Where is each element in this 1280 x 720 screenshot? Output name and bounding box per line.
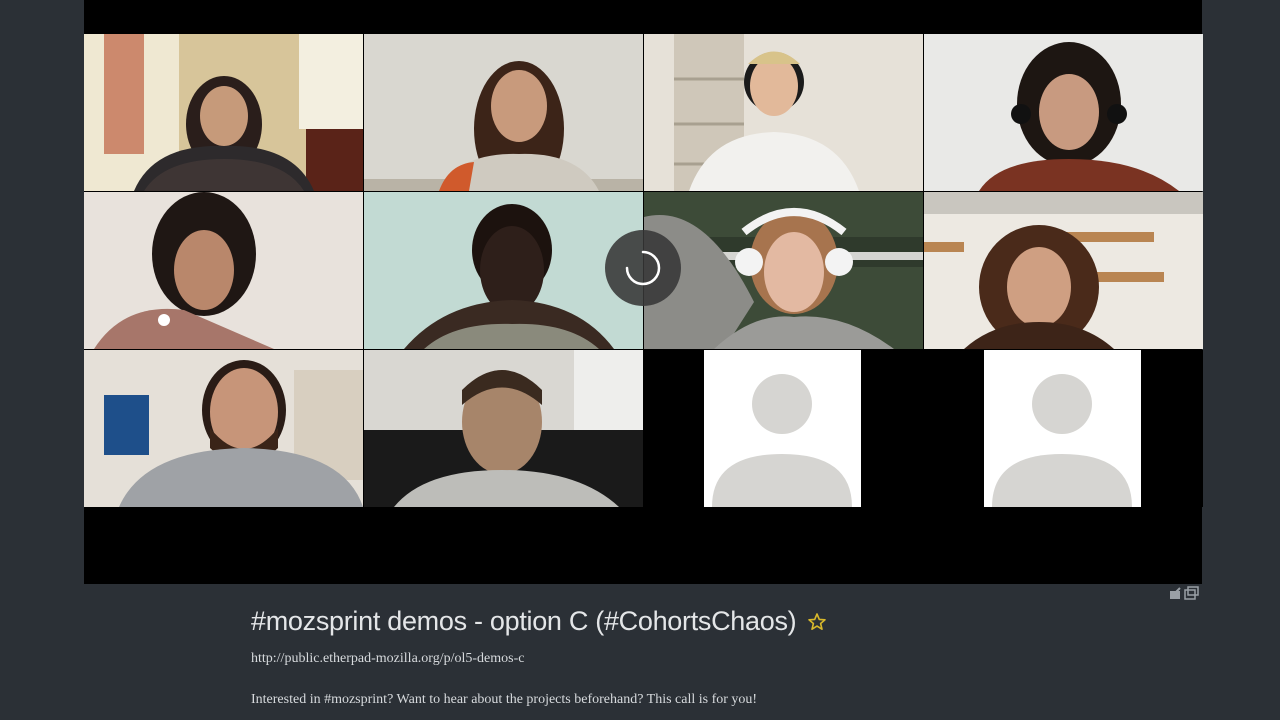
participant-video-tile[interactable] xyxy=(84,192,363,349)
share-icon[interactable] xyxy=(1170,587,1181,599)
star-outline-icon[interactable] xyxy=(807,612,827,632)
participant-video-tile[interactable] xyxy=(364,34,643,191)
person-silhouette-icon xyxy=(992,374,1132,507)
participant-video-tile[interactable] xyxy=(924,192,1203,349)
video-player[interactable] xyxy=(84,0,1203,584)
participant-video-tile[interactable] xyxy=(364,192,643,349)
default-avatar xyxy=(704,350,861,507)
etherpad-link[interactable]: http://public.etherpad-mozilla.org/p/ol5… xyxy=(251,651,1151,667)
participant-video-tile[interactable] xyxy=(364,350,643,507)
participant-placeholder-tile[interactable] xyxy=(924,350,1203,507)
participant-placeholder-tile[interactable] xyxy=(644,350,923,507)
event-title: #mozsprint demos - option C (#CohortsCha… xyxy=(251,606,797,636)
participant-video-tile[interactable] xyxy=(84,34,363,191)
participant-video-tile[interactable] xyxy=(644,192,923,349)
person-silhouette-icon xyxy=(712,374,852,507)
event-description: Interested in #mozsprint? Want to hear a… xyxy=(251,692,758,707)
popout-icon[interactable] xyxy=(1184,586,1199,600)
default-avatar xyxy=(984,350,1141,507)
participant-video-tile[interactable] xyxy=(84,350,363,507)
event-title-row: #mozsprint demos - option C (#CohortsCha… xyxy=(251,606,1151,637)
player-controls xyxy=(1168,586,1200,600)
participant-video-tile[interactable] xyxy=(924,34,1203,191)
event-info: #mozsprint demos - option C (#CohortsCha… xyxy=(251,606,1151,708)
participant-video-tile[interactable] xyxy=(644,34,923,191)
loading-spinner-icon xyxy=(605,230,681,306)
